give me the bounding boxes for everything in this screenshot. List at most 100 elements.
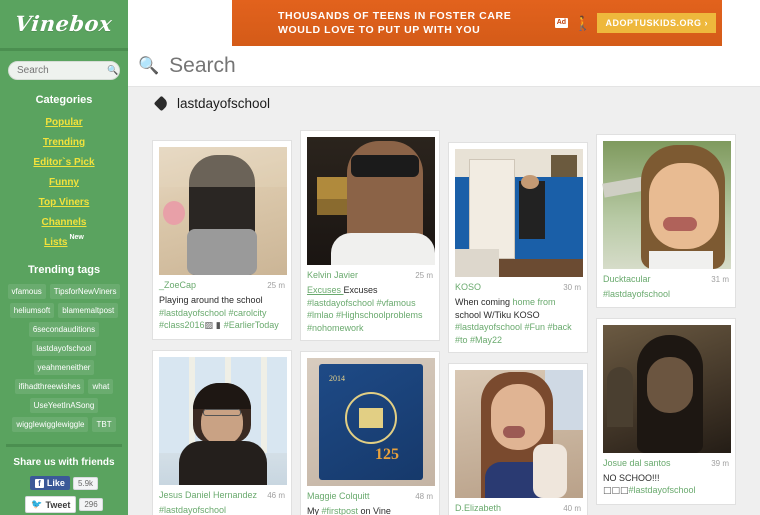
trending-tag[interactable]: 6secondauditions <box>28 322 100 337</box>
card-meta: Ducktacular 31 m <box>603 274 729 284</box>
sidebar-item-channels[interactable]: Channels <box>0 212 128 230</box>
card-meta: Kelvin Javier 25 m <box>307 270 433 280</box>
caption-hashtags[interactable]: #lastdayofschool <box>629 485 696 495</box>
tweet-count: 296 <box>79 498 103 511</box>
category-link[interactable]: Lists <box>44 237 67 248</box>
adchoices-icon[interactable]: Ad <box>554 18 569 28</box>
category-link[interactable]: Editor`s Pick <box>33 157 94 168</box>
category-link[interactable]: Trending <box>43 137 85 148</box>
card-author[interactable]: _ZoeCap <box>159 280 267 290</box>
new-badge: New <box>69 233 84 241</box>
tweet-label: Tweet <box>45 499 71 510</box>
video-card[interactable]: 2014 125 Maggie Colquitt 48 m My #firstp… <box>300 351 440 515</box>
video-card[interactable]: Jesus Daniel Hernandez 46 m #lastdayofsc… <box>152 349 292 515</box>
sidebar-search-input[interactable] <box>15 64 107 77</box>
logo-container[interactable]: Vinebox <box>0 0 128 46</box>
category-link[interactable]: Popular <box>45 117 82 128</box>
tweet-button[interactable]: 🐦 Tweet <box>25 496 77 513</box>
card-timestamp: 48 m <box>415 492 433 501</box>
facebook-like-count: 5.9k <box>72 476 99 490</box>
sidebar-item-lists[interactable]: Lists New <box>0 232 128 250</box>
card-caption: #lastdayofschool <box>159 504 285 515</box>
trending-tag[interactable]: wigglewigglewiggle <box>12 417 89 432</box>
tag-icon <box>153 95 170 112</box>
card-author[interactable]: Josue dal santos <box>603 458 711 468</box>
caption-hashtags[interactable]: #firstpost <box>322 506 361 515</box>
sidebar-item-editors-pick[interactable]: Editor`s Pick <box>0 152 128 170</box>
grid-column-2: Kelvin Javier 25 m Excuses Excuses #last… <box>300 130 440 515</box>
facebook-like-button[interactable]: f Like <box>29 476 70 490</box>
trending-tag[interactable]: lastdayofschool <box>32 341 96 356</box>
video-card[interactable]: D.Elizabeth 40 m Dangerous texts from gi… <box>448 363 588 515</box>
ad-line-2: WOULD LOVE TO PUT UP WITH YOU <box>278 24 481 36</box>
trending-tag[interactable]: UseYeetInASong <box>29 398 99 413</box>
adoptuskids-logo-icon: 🚶 <box>574 14 592 31</box>
facebook-like-label: Like <box>46 478 65 488</box>
trending-tag[interactable]: blamemaltpost <box>58 303 119 318</box>
card-author[interactable]: D.Elizabeth <box>455 503 563 513</box>
caption-hashtags[interactable]: #lastdayofschool <box>603 289 670 299</box>
category-link[interactable]: Top Viners <box>39 197 90 208</box>
ad-cta-button[interactable]: ADOPTUSKIDS.ORG › <box>597 13 716 33</box>
video-thumbnail[interactable]: 2014 125 <box>307 358 435 486</box>
grid-column-1: _ZoeCap 25 m Playing around the school #… <box>152 140 292 515</box>
sidebar-item-funny[interactable]: Funny <box>0 172 128 190</box>
caption-link[interactable]: Excuses <box>307 285 344 295</box>
card-timestamp: 25 m <box>267 281 285 290</box>
card-author[interactable]: KOSO <box>455 282 563 292</box>
video-thumbnail[interactable] <box>159 147 287 275</box>
trending-tag[interactable]: yeahmeneither <box>33 360 95 375</box>
card-timestamp: 46 m <box>267 490 285 500</box>
category-link[interactable]: Channels <box>41 217 86 228</box>
card-caption: Excuses Excuses #lastdayofschool #vfamou… <box>307 284 433 334</box>
advertisement-banner[interactable]: THOUSANDS OF TEENS IN FOSTER CARE WOULD … <box>232 0 722 46</box>
sidebar-item-top-viners[interactable]: Top Viners <box>0 192 128 210</box>
video-grid: _ZoeCap 25 m Playing around the school #… <box>128 120 760 515</box>
caption-hashtags[interactable]: #EarlierToday <box>224 320 279 330</box>
video-thumbnail[interactable] <box>455 370 583 498</box>
caption-hashtags[interactable]: #lastdayofschool #vfamous #lmlao #Highsc… <box>307 298 423 333</box>
video-card[interactable]: Ducktacular 31 m #lastdayofschool <box>596 134 736 308</box>
categories-title: Categories <box>35 94 93 106</box>
video-thumbnail[interactable] <box>602 141 731 269</box>
video-card[interactable]: Josue dal santos 39 m NO SCHOO!!! □□□#la… <box>596 317 736 505</box>
video-thumbnail[interactable] <box>159 356 287 485</box>
trending-tag[interactable]: heliumsoft <box>9 303 55 318</box>
video-card[interactable]: Kelvin Javier 25 m Excuses Excuses #last… <box>300 130 440 341</box>
trending-tags-title: Trending tags <box>27 264 101 276</box>
site-logo[interactable]: Vinebox <box>14 11 114 36</box>
video-thumbnail[interactable] <box>307 137 435 265</box>
card-author[interactable]: Jesus Daniel Hernandez <box>159 490 267 500</box>
card-caption: Playing around the school #lastdayofscho… <box>159 294 285 333</box>
card-author[interactable]: Kelvin Javier <box>307 270 415 280</box>
trending-tag[interactable]: vfamous <box>7 284 46 299</box>
sidebar-divider-top <box>0 48 128 51</box>
caption-hashtags[interactable]: #lastdayofschool <box>159 505 226 515</box>
video-thumbnail[interactable] <box>455 149 583 277</box>
trending-tag[interactable]: what <box>88 379 114 394</box>
video-card[interactable]: _ZoeCap 25 m Playing around the school #… <box>152 140 292 340</box>
caption-hashtags[interactable]: #lastdayofschool #Fun #back #to #May22 <box>455 322 572 345</box>
card-author[interactable]: Ducktacular <box>603 274 711 284</box>
category-link[interactable]: Funny <box>49 177 79 188</box>
facebook-share-row: f Like 5.9k <box>0 476 128 490</box>
search-input[interactable] <box>167 53 568 79</box>
trending-tag[interactable]: TipsforNewViners <box>49 284 121 299</box>
video-card[interactable]: KOSO 30 m When coming home from school W… <box>448 142 588 353</box>
caption-link[interactable]: home from <box>513 297 556 307</box>
sidebar-item-popular[interactable]: Popular <box>0 112 128 130</box>
card-caption: #lastdayofschool <box>603 288 729 301</box>
ad-right-group: Ad 🚶 ADOPTUSKIDS.ORG › <box>554 13 722 33</box>
search-icon: 🔍 <box>107 65 119 75</box>
sidebar-item-trending[interactable]: Trending <box>0 132 128 150</box>
card-author[interactable]: Maggie Colquitt <box>307 491 415 501</box>
video-thumbnail[interactable] <box>603 324 731 453</box>
trending-tag[interactable]: TBT <box>92 417 116 432</box>
card-caption: When coming home from school W/Tiku KOSO… <box>455 296 581 346</box>
card-timestamp: 39 m <box>711 458 729 468</box>
trending-tag[interactable]: ifihadthreewishes <box>14 379 85 394</box>
sidebar-search-box[interactable]: 🔍 <box>8 61 120 80</box>
ad-copy: THOUSANDS OF TEENS IN FOSTER CARE WOULD … <box>278 9 511 37</box>
main-search-bar[interactable]: 🔍 <box>128 46 760 87</box>
card-timestamp: 25 m <box>415 271 433 280</box>
